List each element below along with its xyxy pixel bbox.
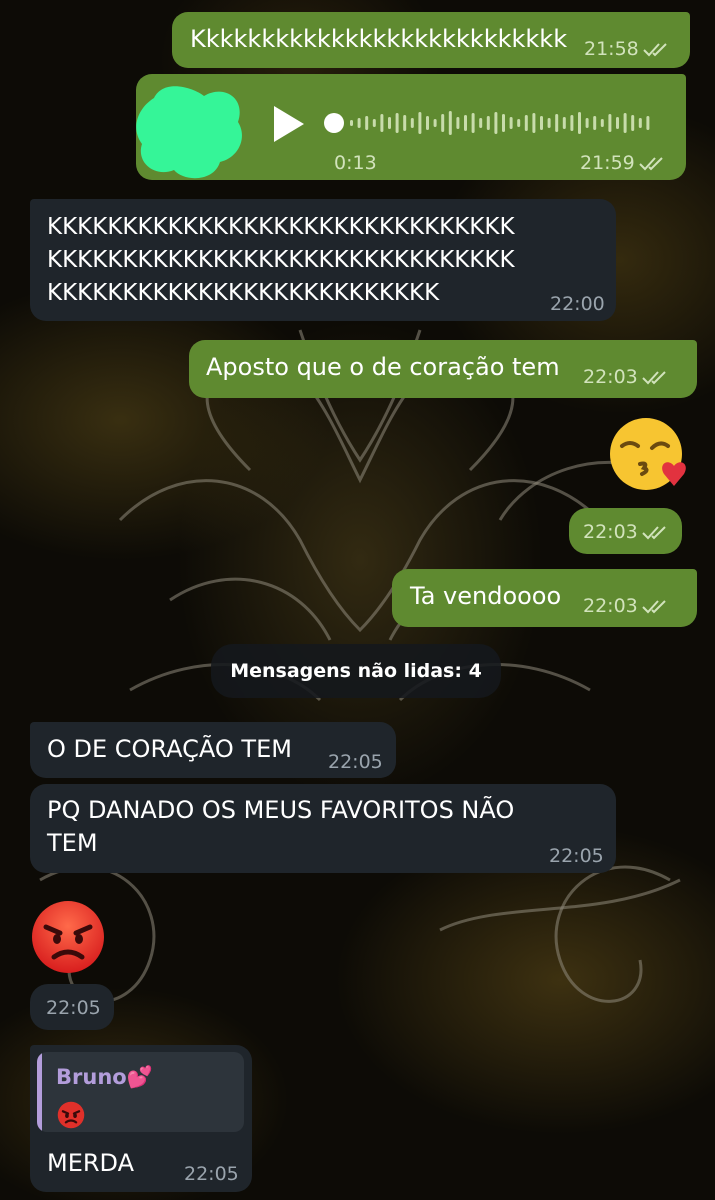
pouting-face-icon [57, 1101, 85, 1129]
message-text: MERDA [47, 1149, 135, 1177]
waveform-bar [638, 118, 642, 128]
waveform-bar [441, 114, 445, 132]
waveform-bar [357, 118, 361, 128]
message-time: 22:05 [46, 997, 101, 1019]
message-text: KKKKKKKKKKKKKKKKKKKKKKKKKKKKKKK KKKKKKKK… [47, 214, 515, 306]
waveform-bar [433, 119, 437, 127]
waveform-bar [502, 114, 505, 132]
waveform[interactable] [322, 104, 662, 144]
waveform-bar [471, 113, 475, 133]
reply-quote[interactable]: Bruno💕 [37, 1052, 244, 1132]
waveform-bar [547, 118, 551, 128]
waveform-bar [456, 117, 460, 129]
waveform-bar [517, 119, 521, 127]
message-text: Ta vendoooo [410, 582, 562, 610]
face-blowing-kiss-icon[interactable] [608, 416, 690, 496]
waveform-bar [646, 116, 650, 130]
message-time: 22:05 [549, 845, 604, 867]
message-time-chip: 22:05 [30, 984, 114, 1030]
message-incoming[interactable]: O DE CORAÇÃO TEM 22:05 [30, 722, 396, 778]
waveform-bar [426, 116, 429, 130]
read-ticks-icon [639, 157, 663, 171]
unread-label: Mensagens não lidas: 4 [230, 660, 482, 682]
waveform-bar [479, 118, 483, 128]
message-time: 22:03 [583, 521, 638, 543]
message-time: 22:03 [583, 366, 638, 388]
waveform-bar [623, 113, 627, 133]
message-incoming-reply[interactable]: Bruno💕 MERDA 22:05 [30, 1045, 252, 1192]
waveform-bar [365, 116, 369, 130]
play-icon[interactable] [268, 102, 308, 146]
unread-messages-divider: Mensagens não lidas: 4 [211, 644, 501, 698]
message-incoming[interactable]: KKKKKKKKKKKKKKKKKKKKKKKKKKKKKKK KKKKKKKK… [30, 199, 616, 321]
waveform-bar [600, 119, 604, 127]
waveform-bar [418, 112, 422, 134]
reply-accent-bar [37, 1052, 42, 1132]
read-ticks-icon [642, 600, 666, 614]
voice-duration: 0:13 [334, 152, 377, 174]
waveform-bar [570, 115, 574, 131]
waveform-bar [410, 118, 414, 128]
waveform-bar [350, 120, 353, 126]
waveform-bar [388, 117, 391, 129]
waveform-bar [486, 116, 490, 130]
waveform-bar [585, 118, 589, 128]
message-text: Aposto que o de coração tem [206, 353, 560, 381]
waveform-bar [555, 114, 559, 132]
waveform-bar [380, 114, 384, 132]
waveform-bar [403, 115, 407, 131]
waveform-bar [532, 113, 536, 133]
message-text: Kkkkkkkkkkkkkkkkkkkkkkkkkkk [190, 25, 568, 53]
message-incoming[interactable]: PQ DANADO OS MEUS FAVORITOS NÃO TEM 22:0… [30, 784, 616, 873]
waveform-bar [372, 119, 376, 127]
waveform-bar [540, 116, 543, 130]
message-time: 21:58 [584, 38, 639, 60]
message-time-chip: 22:03 [569, 508, 682, 554]
waveform-bar [593, 116, 597, 130]
read-ticks-icon [642, 371, 666, 385]
avatar [134, 78, 246, 182]
message-text: PQ DANADO OS MEUS FAVORITOS NÃO TEM [47, 796, 515, 857]
waveform-bar [616, 117, 619, 129]
message-outgoing[interactable]: Ta vendoooo 22:03 [392, 569, 697, 627]
message-time: 22:03 [583, 595, 638, 617]
waveform-bar [464, 115, 467, 131]
waveform-bar [578, 112, 581, 134]
message-time: 21:59 [580, 152, 635, 174]
waveform-bar [608, 114, 612, 132]
read-ticks-icon [643, 43, 667, 57]
pouting-face-icon[interactable] [30, 899, 106, 975]
waveform-bar [524, 115, 528, 131]
waveform-bar [395, 113, 399, 133]
message-time: 22:05 [184, 1163, 239, 1185]
waveform-bar [448, 111, 452, 135]
reply-author: Bruno💕 [56, 1065, 153, 1089]
waveform-bar [562, 117, 566, 129]
waveform-bar [631, 115, 635, 131]
waveform-bar [494, 112, 498, 134]
voice-message[interactable]: 0:13 21:59 [136, 74, 686, 180]
waveform-bar [509, 117, 513, 129]
message-text: O DE CORAÇÃO TEM [47, 735, 292, 763]
read-ticks-icon [642, 526, 666, 540]
message-outgoing[interactable]: Aposto que o de coração tem 22:03 [189, 340, 697, 398]
message-time: 22:00 [550, 293, 605, 315]
message-time: 22:05 [328, 751, 383, 773]
message-outgoing[interactable]: Kkkkkkkkkkkkkkkkkkkkkkkkkkk 21:58 [172, 12, 690, 68]
